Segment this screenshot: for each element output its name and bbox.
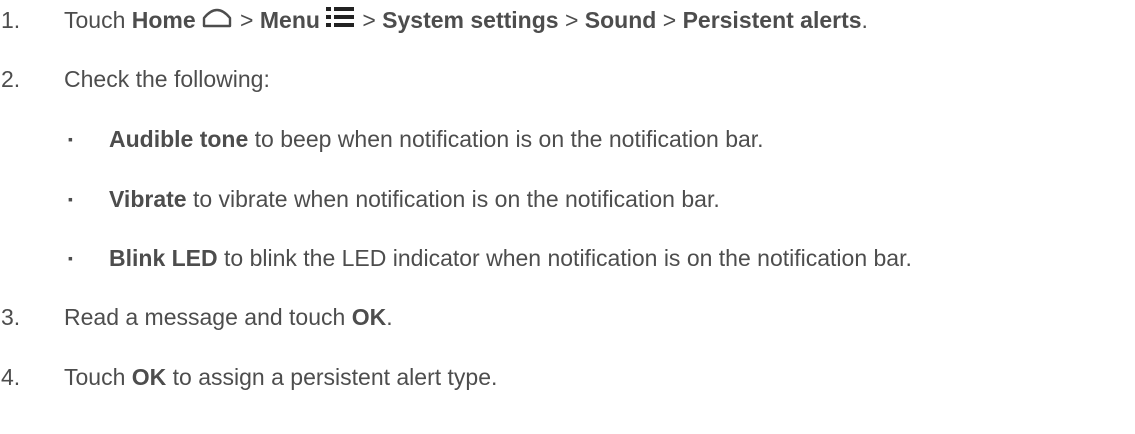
step-text: Check the following: <box>64 66 270 92</box>
step-number: 2. <box>1 66 21 92</box>
sub-item-text: Audible tone to beep when notification i… <box>109 126 764 152</box>
sub-item-text: Blink LED to blink the LED indicator whe… <box>109 245 912 271</box>
step-number: 1. <box>1 7 21 33</box>
sound-label: Sound <box>584 7 657 33</box>
step-text: Read a message and touch OK. <box>64 304 393 330</box>
bullet-icon: ▪ <box>68 131 73 147</box>
ok-label: OK <box>351 304 387 330</box>
bullet-icon: ▪ <box>68 250 73 266</box>
step-number: 3. <box>1 304 21 330</box>
persistent-alerts-label: Persistent alerts <box>682 7 862 33</box>
step-text: Touch OK to assign a persistent alert ty… <box>64 364 498 390</box>
home-icon <box>202 6 232 34</box>
step-text: Touch Home > Menu > System settings > So… <box>64 6 868 34</box>
ok-label: OK <box>131 364 167 390</box>
system-settings-label: System settings <box>382 7 559 33</box>
step-number: 4. <box>1 364 21 390</box>
menu-label: Menu <box>259 7 320 33</box>
menu-icon <box>325 6 354 34</box>
sub-item-text: Vibrate to vibrate when notification is … <box>109 186 720 212</box>
bullet-icon: ▪ <box>68 191 73 207</box>
home-label: Home <box>131 7 196 33</box>
